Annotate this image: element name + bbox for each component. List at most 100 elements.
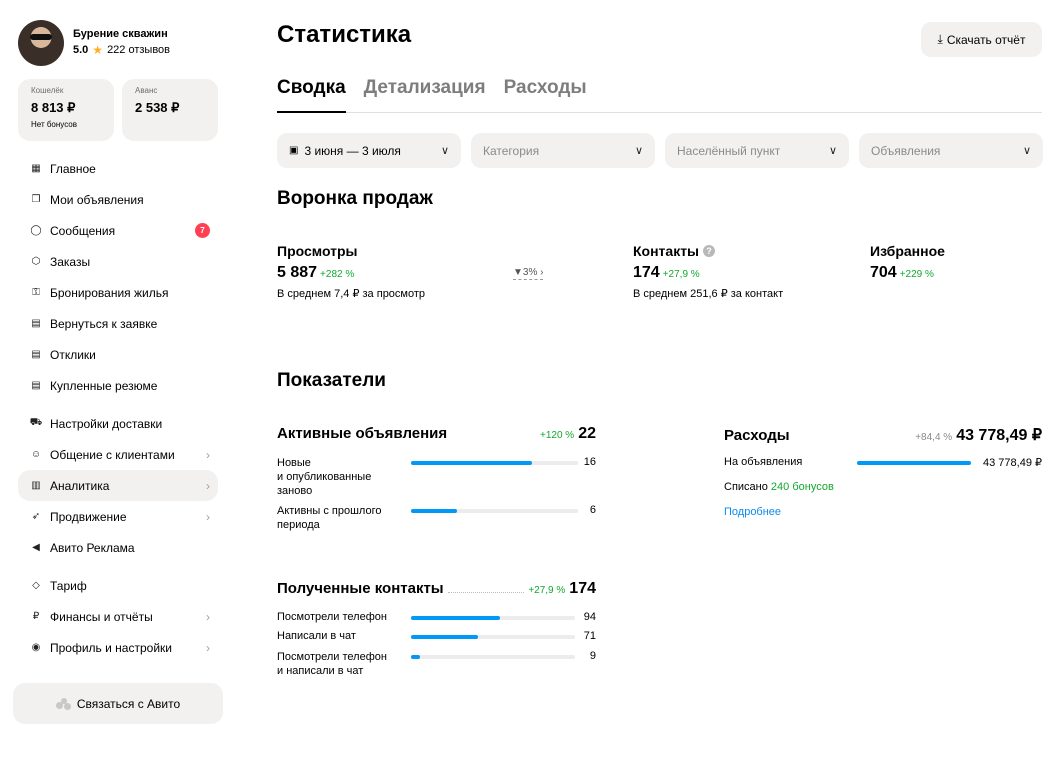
expenses-row-label: На объявления — [724, 456, 803, 468]
bonus-amount: 240 бонусов — [770, 481, 834, 493]
sidebar-item-bookings[interactable]: ⚿ Бронирования жилья — [18, 277, 218, 308]
category-placeholder: Категория — [483, 143, 540, 158]
sidebar-menu: ▦ Главное ❐ Мои объявления ◯ Сообщения 7 ⬡ За… — [18, 153, 218, 663]
sidebar-item-label: Сообщения — [50, 223, 116, 238]
sidebar-item-label: Тариф — [50, 578, 87, 593]
sidebar-item-label: Вернуться к заявке — [50, 316, 158, 331]
sidebar-item-ads-platform[interactable]: ◀ Авито Реклама — [18, 532, 218, 563]
funnel-title: Воронка продаж — [277, 188, 433, 209]
sidebar-item-orders[interactable]: ⬡ Заказы — [18, 246, 218, 277]
active-ads-row-value: 6 — [589, 504, 596, 516]
unread-badge: 7 — [195, 223, 210, 238]
contacts-value: 174 — [633, 264, 660, 281]
download-icon: ⤓ — [937, 32, 943, 46]
date-range-value: 3 июня — 3 июля — [304, 143, 401, 158]
contacts-delta: +27,9 % — [662, 269, 700, 280]
sidebar-item-label: Профиль и настройки — [50, 640, 172, 655]
tab-summary[interactable]: Сводка — [277, 77, 346, 113]
chevron-down-icon: ∨ — [634, 145, 643, 157]
expenses-title: Расходы — [724, 427, 790, 444]
sidebar-item-label: Финансы и отчёты — [50, 609, 153, 624]
favorites-value: 704 — [870, 264, 897, 281]
divider — [447, 592, 525, 593]
contacts-row-value: 9 — [589, 650, 596, 662]
sidebar-item-resumes[interactable]: ▤ Купленные резюме — [18, 370, 218, 401]
funnel-views: Просмотры 5 887 +282 % В среднем 7,4 ₽ з… — [277, 243, 425, 300]
filter-icon: ▼ — [513, 267, 523, 278]
chevron-down-icon: ∨ — [1022, 145, 1031, 157]
active-ads-value: 22 — [578, 425, 596, 442]
bar-track — [411, 461, 578, 465]
profile-rating[interactable]: 5.0 ★ 222 отзывов — [73, 44, 170, 56]
written-off: Списано 240 бонусов — [724, 481, 834, 493]
sidebar-item-label: Бронирования жилья — [50, 285, 169, 300]
grid-icon: ▦ — [31, 163, 41, 174]
avatar[interactable] — [18, 20, 64, 66]
conversion-value: 3% — [522, 267, 538, 278]
expenses-block: Расходы +84,4 % 43 778,49 ₽ — [724, 425, 1042, 445]
city-select[interactable]: Населённый пункт ∨ — [665, 133, 849, 168]
diamond-icon: ◇ — [32, 580, 40, 591]
chevron-right-icon: › — [206, 509, 210, 524]
sidebar-item-promotion[interactable]: ➶ Продвижение › — [18, 501, 218, 532]
sidebar-item-label: Аналитика — [50, 478, 110, 493]
sidebar-item-return-request[interactable]: ▤ Вернуться к заявке — [18, 308, 218, 339]
contacts-bar — [411, 635, 478, 639]
date-range-select[interactable]: ▣ 3 июня — 3 июля ∨ — [277, 133, 461, 168]
sidebar-item-label: Мои объявления — [50, 192, 144, 207]
contacts-avg: В среднем 251,6 ₽ за контакт — [633, 288, 784, 300]
category-select[interactable]: Категория ∨ — [471, 133, 655, 168]
sidebar-item-analytics[interactable]: ▥ Аналитика › — [18, 470, 218, 501]
chevron-right-icon: › — [540, 267, 544, 278]
active-ads-delta: +120 % — [540, 430, 575, 441]
calendar-icon: ▣ — [289, 145, 299, 156]
chevron-right-icon: › — [206, 609, 210, 624]
help-icon[interactable]: ? — [703, 245, 716, 257]
contacts-label: Контакты — [633, 243, 700, 259]
tab-details[interactable]: Детализация — [364, 77, 486, 113]
key-icon: ⚿ — [32, 287, 40, 298]
sidebar-item-label: Купленные резюме — [50, 378, 158, 393]
favorites-delta: +229 % — [899, 269, 934, 280]
sidebar-item-profile[interactable]: ◉ Профиль и настройки › — [18, 632, 218, 663]
contacts-bar — [411, 616, 500, 620]
bar-track — [411, 635, 575, 639]
advance-card[interactable]: Аванс 2 538 ₽ — [122, 79, 218, 141]
funnel-favorites: Избранное 704 +229 % — [870, 243, 945, 282]
contact-avito-button[interactable]: Связаться с Авито — [13, 683, 223, 724]
active-ads-row-label: Активны с прошлого периода — [277, 505, 382, 531]
indicators-title: Показатели — [277, 370, 386, 391]
contact-avito-label: Связаться с Авито — [76, 696, 181, 711]
tab-expenses[interactable]: Расходы — [504, 77, 587, 113]
sidebar-item-label: Отклики — [50, 347, 96, 362]
sidebar-item-delivery[interactable]: ⛟ Настройки доставки — [18, 408, 218, 439]
doc-icon: ▤ — [31, 318, 41, 329]
ads-select[interactable]: Объявления ∨ — [859, 133, 1043, 168]
more-link[interactable]: Подробнее — [724, 506, 781, 518]
profile-card[interactable]: Бурение скважин 5.0 ★ 222 отзывов — [18, 20, 170, 66]
expenses-bar — [857, 461, 971, 465]
box-icon: ⬡ — [31, 256, 41, 267]
bar-track — [411, 655, 575, 659]
sidebar-item-label: Главное — [50, 161, 96, 176]
sidebar-item-messages[interactable]: ◯ Сообщения 7 — [18, 215, 218, 246]
sidebar-item-label: Авито Реклама — [50, 540, 135, 555]
contacts-row-value: 94 — [583, 611, 596, 623]
sidebar-item-responses[interactable]: ▤ Отклики — [18, 339, 218, 370]
people-icon: ☺ — [30, 449, 42, 460]
wallet-card[interactable]: Кошелёк 8 813 ₽ Нет бонусов — [18, 79, 114, 141]
conversion-link[interactable]: ▼3% › — [513, 267, 544, 280]
sidebar-item-my-ads[interactable]: ❐ Мои объявления — [18, 184, 218, 215]
received-contacts-value: 174 — [569, 580, 596, 597]
sidebar-item-tariff[interactable]: ◇ Тариф — [18, 570, 218, 601]
bar-track — [411, 509, 578, 513]
sidebar-item-finance[interactable]: ₽ Финансы и отчёты › — [18, 601, 218, 632]
expenses-delta: +84,4 % — [915, 432, 953, 443]
download-report-button[interactable]: ⤓ Скачать отчёт — [921, 22, 1042, 57]
contacts-row-label: Посмотрели телефон и написали в чат — [277, 651, 387, 677]
sidebar-item-main[interactable]: ▦ Главное — [18, 153, 218, 184]
views-label: Просмотры — [277, 243, 358, 259]
sidebar-item-clients[interactable]: ☺ Общение с клиентами › — [18, 439, 218, 470]
reviews-count: 222 отзывов — [107, 44, 171, 56]
received-contacts-delta: +27,9 % — [528, 585, 566, 596]
